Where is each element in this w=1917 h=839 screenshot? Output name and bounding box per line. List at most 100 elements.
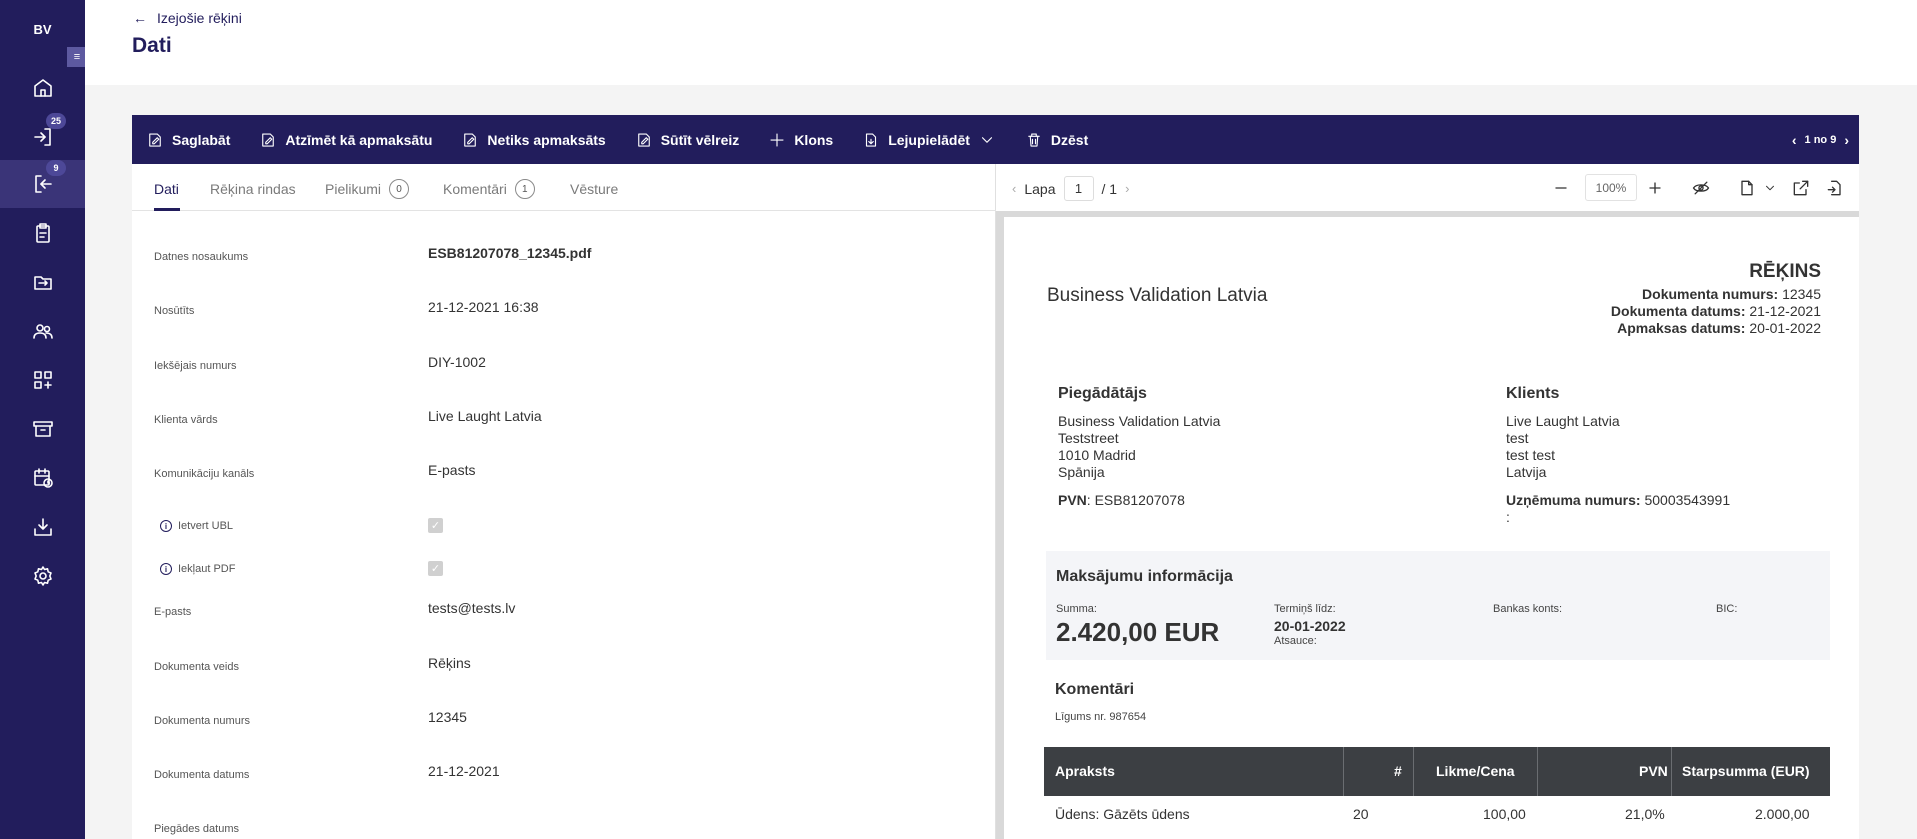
file-name-value: ESB81207078_12345.pdf [428, 245, 592, 261]
clone-button[interactable]: Klons [768, 131, 833, 149]
tab-data[interactable]: Dati [154, 181, 179, 197]
supplier-vat-value: : ESB81207078 [1086, 492, 1185, 508]
client-title: Klients [1506, 385, 1560, 402]
download-button[interactable]: Lejupielādēt [862, 131, 996, 149]
sent-value: 21-12-2021 16:38 [428, 299, 539, 315]
tab-invoice-rows[interactable]: Rēķina rindas [210, 181, 296, 197]
resend-button[interactable]: Sūtīt vēlreiz [635, 131, 739, 149]
back-link[interactable]: ← Izejošie rēķini [133, 10, 242, 26]
chevron-down-icon[interactable] [1763, 181, 1777, 195]
client-line: Latvija [1506, 464, 1547, 480]
nav-download[interactable] [0, 503, 85, 551]
pdf-checkbox[interactable]: ✓ [428, 561, 443, 576]
doc-comment: Līgums nr. 987654 [1055, 711, 1147, 723]
nav-contacts[interactable] [0, 307, 85, 355]
channel-value: E-pasts [428, 462, 476, 478]
info-icon[interactable]: i [160, 563, 172, 575]
delete-button[interactable]: Dzēst [1025, 131, 1088, 149]
table-header-cell: PVN [1639, 763, 1668, 779]
tab-attachments-label: Pielikumi [325, 181, 382, 197]
chevron-right-icon[interactable]: › [1125, 181, 1129, 196]
record-pager-label: 1 no 9 [1804, 133, 1837, 146]
ubl-label-text: Ietvert UBL [178, 520, 234, 532]
tab-history[interactable]: Vēsture [570, 181, 618, 197]
table-header-cell: Likme/Cena [1436, 763, 1515, 779]
payment-title: Maksājumu informācija [1056, 568, 1233, 585]
trash-icon [1028, 132, 1040, 147]
nav-apps[interactable] [0, 356, 85, 404]
doc-title: RĒĶINS [1749, 261, 1821, 282]
supplier-line: Business Validation Latvia [1058, 413, 1221, 429]
term-value: 20-01-2022 [1274, 618, 1346, 634]
ubl-checkbox[interactable]: ✓ [428, 518, 443, 533]
supplier-line: 1010 Madrid [1058, 447, 1136, 463]
client-reg: Uzņēmuma numurs: 50003543991 : [1506, 492, 1730, 526]
download-label: Lejupielādēt [888, 131, 970, 148]
client-line: test [1506, 430, 1529, 446]
eye-off-icon[interactable] [1691, 178, 1711, 198]
nav-settings[interactable] [0, 552, 85, 600]
home-icon [33, 79, 52, 97]
nav-tasks[interactable] [0, 209, 85, 257]
reference-label: Atsauce: [1274, 635, 1317, 647]
zoom-level[interactable]: 100% [1585, 174, 1637, 201]
tab-attachments[interactable]: Pielikumi 0 [325, 179, 410, 199]
save-label: Saglabāt [172, 131, 231, 148]
supplier-line: Teststreet [1058, 430, 1119, 446]
ubl-label: i Ietvert UBL [160, 520, 233, 532]
client-line: Live Laught Latvia [1506, 413, 1620, 429]
page-input[interactable]: 1 [1063, 176, 1094, 201]
external-link-icon[interactable] [1791, 178, 1811, 198]
active-tab-indicator [154, 208, 180, 211]
sum-value: 2.420,00 EUR [1056, 617, 1220, 647]
file-export-icon[interactable] [1825, 178, 1845, 198]
chevron-left-icon[interactable]: ‹ [1792, 132, 1797, 148]
pdf-viewer-toolbar: ‹ Lapa 1 / 1 › 100% [996, 164, 1859, 211]
not-paid-label: Netiks apmaksāts [487, 131, 606, 148]
tab-comments-label: Komentāri [443, 181, 507, 197]
doc-due-date: 20-01-2022 [1749, 320, 1821, 336]
doc-date-label: Dokumenta datums [154, 769, 250, 781]
comments-count: 1 [514, 179, 535, 199]
table-cell: 2.000,00 [1755, 806, 1810, 822]
page-total: / 1 [1101, 180, 1118, 197]
nav-exchange[interactable] [0, 258, 85, 306]
client-reg-colon: : [1506, 509, 1510, 525]
term-label: Termiņš līdz: [1274, 603, 1336, 615]
nav-home[interactable] [0, 64, 85, 112]
client-line: test test [1506, 447, 1556, 463]
save-button[interactable]: Saglabāt [146, 131, 230, 149]
doc-number-value: 12345 [428, 709, 467, 725]
payment-info-box: Maksājumu informācija Summa: 2.420,00 EU… [1046, 551, 1830, 660]
page-header: ← Izejošie rēķini Dati [85, 0, 1917, 85]
invoice-document: Business Validation Latvia RĒĶINS Dokume… [1004, 217, 1859, 839]
zoom-in-icon[interactable] [1645, 178, 1665, 198]
chevron-right-icon[interactable]: › [1844, 132, 1849, 148]
nav-archive[interactable] [0, 405, 85, 453]
pdf-label-text: Iekļaut PDF [178, 563, 236, 575]
mark-paid-button[interactable]: Atzīmēt kā apmaksātu [259, 131, 432, 149]
viewer-tools: 100% [1551, 174, 1845, 201]
page-navigator: ‹ Lapa 1 / 1 › [1012, 176, 1129, 201]
doc-comments-title: Komentāri [1055, 681, 1135, 698]
tab-comments[interactable]: Komentāri 1 [443, 179, 535, 199]
nav-schedule[interactable] [0, 454, 85, 502]
doc-date-value: 21-12-2021 [428, 763, 500, 779]
chevron-down-icon [981, 136, 992, 143]
details-panel: Dati Rēķina rindas Pielikumi 0 Komentāri… [132, 164, 996, 839]
supplier-vat: PVN: ESB81207078 [1058, 492, 1185, 508]
channel-label: Komunikāciju kanāls [154, 468, 255, 480]
not-paid-button[interactable]: Netiks apmaksāts [461, 131, 606, 149]
doc-date: 21-12-2021 [1749, 303, 1821, 319]
page-title: Dati [132, 34, 172, 57]
file-icon[interactable] [1737, 178, 1757, 198]
zoom-out-icon[interactable] [1551, 178, 1571, 198]
nav-incoming-invoices[interactable]: 25 [0, 113, 85, 161]
nav-outgoing-invoices[interactable]: 9 [0, 160, 85, 208]
supplier-vat-label: PVN [1058, 492, 1087, 508]
chevron-left-icon[interactable]: ‹ [1012, 181, 1016, 196]
client-reg-label: Uzņēmuma numurs: [1506, 492, 1641, 508]
table-cell: Ūdens: Gāzēts ūdens [1055, 806, 1190, 822]
info-icon[interactable]: i [160, 520, 172, 532]
file-name-label: Datnes nosaukums [154, 251, 249, 263]
